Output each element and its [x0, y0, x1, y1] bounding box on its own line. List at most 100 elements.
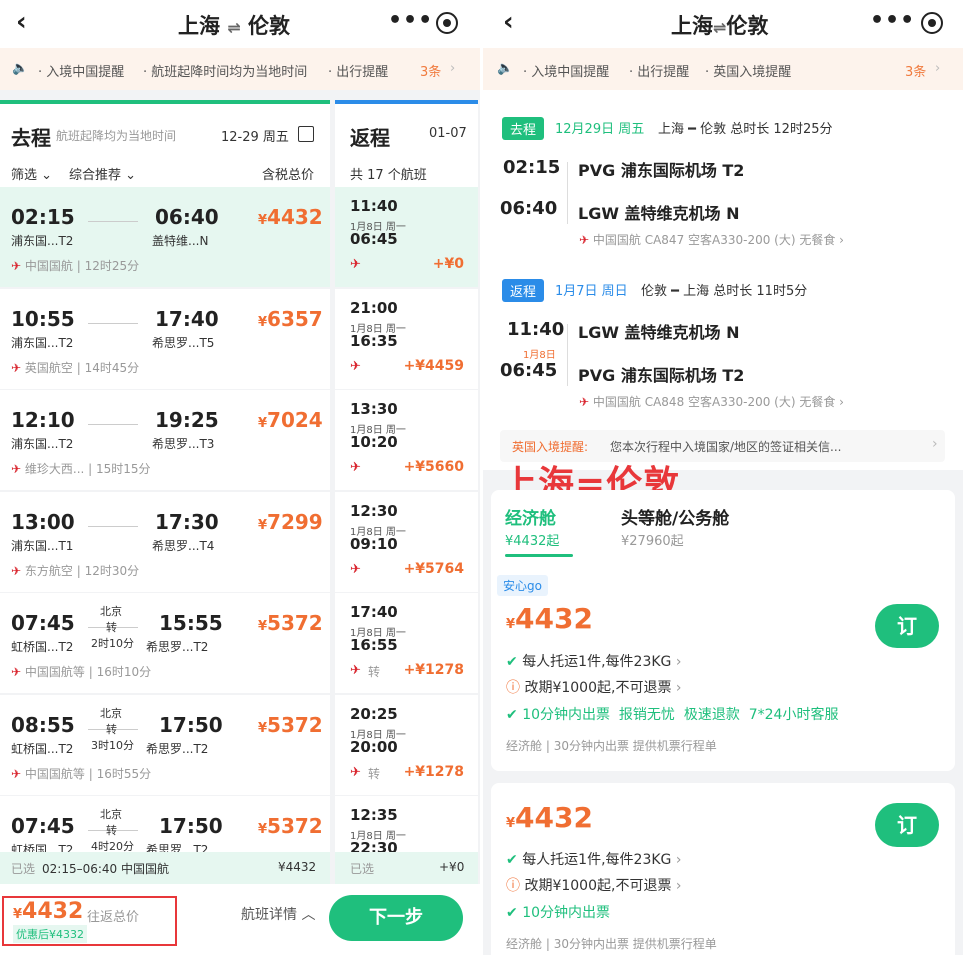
return-header: 返程 01-07 共 17 个航班 [335, 100, 478, 187]
outbound-date: 12月29日 周五 [555, 122, 645, 137]
flight-row[interactable]: 12:10 19:25 浦东国...T2 希思罗...T3 ¥7024 ✈ 维珍… [0, 390, 330, 490]
flight-row[interactable]: 07:45 15:55 虹桥国...T2 希思罗...T2 ¥5372 ✈ 中国… [0, 593, 330, 693]
feature-tag: 10分钟内出票 [522, 707, 611, 723]
return-row[interactable]: 12:35 1月8日 周一 22:30 ✈ [335, 796, 478, 852]
swap-icon[interactable]: ⇌ [713, 18, 726, 37]
route-line [88, 221, 138, 222]
return-row[interactable]: 17:40 1月8日 周一 16:55 ✈ 转 +¥1278 [335, 593, 478, 693]
book-button[interactable]: 订 [875, 803, 939, 847]
dep-time: 17:40 [350, 603, 398, 621]
arr-time: 20:00 [350, 738, 398, 756]
back-icon[interactable]: ‹ [503, 7, 514, 37]
check-icon: ✔ [506, 905, 518, 921]
flight-price: ¥6357 [258, 307, 323, 331]
stop-text: 转 [106, 824, 117, 837]
total-duration: 总时长 11时5分 [713, 284, 808, 299]
more-icon[interactable]: ••• [388, 8, 433, 33]
filter-button[interactable]: 筛选 ⌄ [11, 164, 52, 183]
airline-info: ✈ 维珍大西... | 15时15分 [11, 462, 151, 476]
dep-airport: 浦东国...T2 [11, 234, 74, 248]
route-line [88, 323, 138, 324]
change-policy[interactable]: 改期¥1000起,不可退票 [524, 680, 671, 696]
return-date[interactable]: 01-07 [429, 126, 467, 141]
close-mini-program-icon[interactable] [436, 12, 458, 34]
notice-item: 出行提醒 [637, 65, 690, 80]
return-row[interactable]: 21:00 1月8日 周一 16:35 ✈ +¥4459 [335, 289, 478, 389]
route-line [88, 526, 138, 527]
stop-duration: 4时20分 [91, 840, 134, 852]
close-mini-program-icon[interactable] [921, 12, 943, 34]
offer-card[interactable]: 安心go ¥4432 订 ✔ 每人托运1件,每件23KG › ⓘ 改期¥1000… [491, 575, 955, 771]
book-button[interactable]: 订 [875, 604, 939, 648]
baggage-info[interactable]: 每人托运1件,每件23KG [522, 654, 671, 670]
flight-row[interactable]: 02:15 06:40 浦东国...T2 盖特维...N ¥4432 ✈ 中国国… [0, 187, 330, 287]
flight-price: ¥5372 [258, 611, 323, 635]
chevron-right-icon: › [935, 61, 941, 76]
route-from: 伦敦 [641, 284, 668, 299]
flight-price: ¥7024 [258, 408, 323, 432]
total-duration: 总时长 12时25分 [730, 122, 833, 137]
speaker-icon: 🔈 [497, 61, 514, 76]
cabin-name: 头等舱/公务舱 [621, 509, 730, 529]
total-price-label: 往返总价 [87, 910, 140, 925]
airline-logo-icon: ✈ [350, 359, 361, 374]
return-row[interactable]: 11:40 1月8日 周一 06:45 ✈ +¥0 [335, 187, 478, 287]
meta-itinerary: 提供机票行程单 [632, 937, 717, 951]
change-policy[interactable]: 改期¥1000起,不可退票 [524, 878, 671, 894]
baggage-info[interactable]: 每人托运1件,每件23KG [522, 852, 671, 868]
airline-logo-icon: ✈ [350, 460, 361, 475]
notice-bar[interactable]: 🔈 · 入境中国提醒 · 航班起降时间均为当地时间 · 出行提醒 3条 › [0, 48, 480, 90]
flight-info-link[interactable]: ✈ 中国国航 CA847 空客A330-200 (大) 无餐食 › [579, 231, 844, 248]
arr-time: 17:50 [159, 814, 223, 838]
outbound-date[interactable]: 12-29 周五 [221, 126, 289, 145]
notice-item: 入境中国提醒 [46, 65, 125, 80]
next-step-button[interactable]: 下一步 [329, 895, 463, 941]
flight-row[interactable]: 10:55 17:40 浦东国...T2 希思罗...T5 ¥6357 ✈ 英国… [0, 289, 330, 389]
cabin-tabs: 经济舱 ¥4432起 头等舱/公务舱 ¥27960起 [491, 490, 955, 575]
more-icon[interactable]: ••• [870, 8, 915, 33]
return-row[interactable]: 13:30 1月8日 周一 10:20 ✈ +¥5660 [335, 390, 478, 490]
notice-count: 3条 [420, 65, 442, 80]
meta-ticketing: 30分钟内出票 [553, 739, 629, 753]
flight-row[interactable]: 07:45 17:50 虹桥国...T2 希思罗...T2 ¥5372 ✈ 北京… [0, 796, 330, 852]
airline-name: 东方航空 [24, 564, 73, 578]
route-line [88, 424, 138, 425]
selected-return-price: +¥0 [439, 860, 465, 874]
chevron-right-icon: › [450, 61, 456, 76]
title-to: 伦敦 [726, 14, 769, 38]
arr-time: 06:45 [500, 360, 558, 381]
info-icon: ⓘ [506, 680, 520, 696]
selected-return-bar[interactable]: 已选 +¥0 [335, 852, 478, 884]
calendar-icon[interactable] [298, 126, 314, 142]
stop-text: 转 [106, 621, 117, 634]
flight-row[interactable]: 13:00 17:30 浦东国...T1 希思罗...T4 ¥7299 ✈ 东方… [0, 492, 330, 592]
sort-button[interactable]: 综合推荐 ⌄ [69, 164, 136, 183]
notice-count: 3条 [905, 65, 927, 80]
price-note: 含税总价 [262, 168, 315, 183]
chevron-right-icon: › [932, 436, 938, 452]
offer-card[interactable]: ¥4432 订 ✔ 每人托运1件,每件23KG › ⓘ 改期¥1000起,不可退… [491, 783, 955, 955]
flight-row[interactable]: 08:55 17:50 虹桥国...T2 希思罗...T2 ¥5372 ✈ 中国… [0, 695, 330, 795]
filter-label: 筛选 [11, 168, 38, 183]
flight-details-toggle[interactable]: 航班详情 ︿ [241, 904, 315, 924]
back-icon[interactable]: ‹ [16, 7, 27, 37]
flight-price: ¥4432 [258, 205, 323, 229]
airline-logo-icon: ✈ [11, 259, 22, 273]
dep-time: 08:55 [11, 713, 75, 737]
route-from: 上海 [658, 122, 685, 137]
meta-cabin: 经济舱 [506, 937, 543, 951]
feature-tag: 10分钟内出票 [522, 905, 611, 921]
selected-outbound-bar[interactable]: 已选 02:15–06:40 中国国航 ¥4432 [0, 852, 330, 884]
swap-icon[interactable]: ⇌ [227, 18, 240, 37]
flight-info: 中国国航 CA848 空客A330-200 (大) 无餐食 [592, 395, 836, 409]
discount-badge: 优惠后¥4332 [13, 925, 87, 943]
return-row[interactable]: 20:25 1月8日 周一 20:00 ✈ 转 +¥1278 [335, 695, 478, 795]
title-to: 伦敦 [248, 14, 291, 38]
transfer-tag: 转 [368, 665, 381, 679]
arr-airport: 希思罗...T4 [152, 539, 215, 553]
return-date: 1月7日 周日 [555, 284, 628, 299]
notice-bar[interactable]: 🔈 · 入境中国提醒 · 出行提醒 · 英国入境提醒 3条 › [483, 48, 963, 90]
flight-info-link[interactable]: ✈ 中国国航 CA848 空客A330-200 (大) 无餐食 › [579, 393, 844, 410]
return-row[interactable]: 12:30 1月8日 周一 09:10 ✈ +¥5764 [335, 492, 478, 592]
stop-city: 北京 [100, 808, 122, 821]
